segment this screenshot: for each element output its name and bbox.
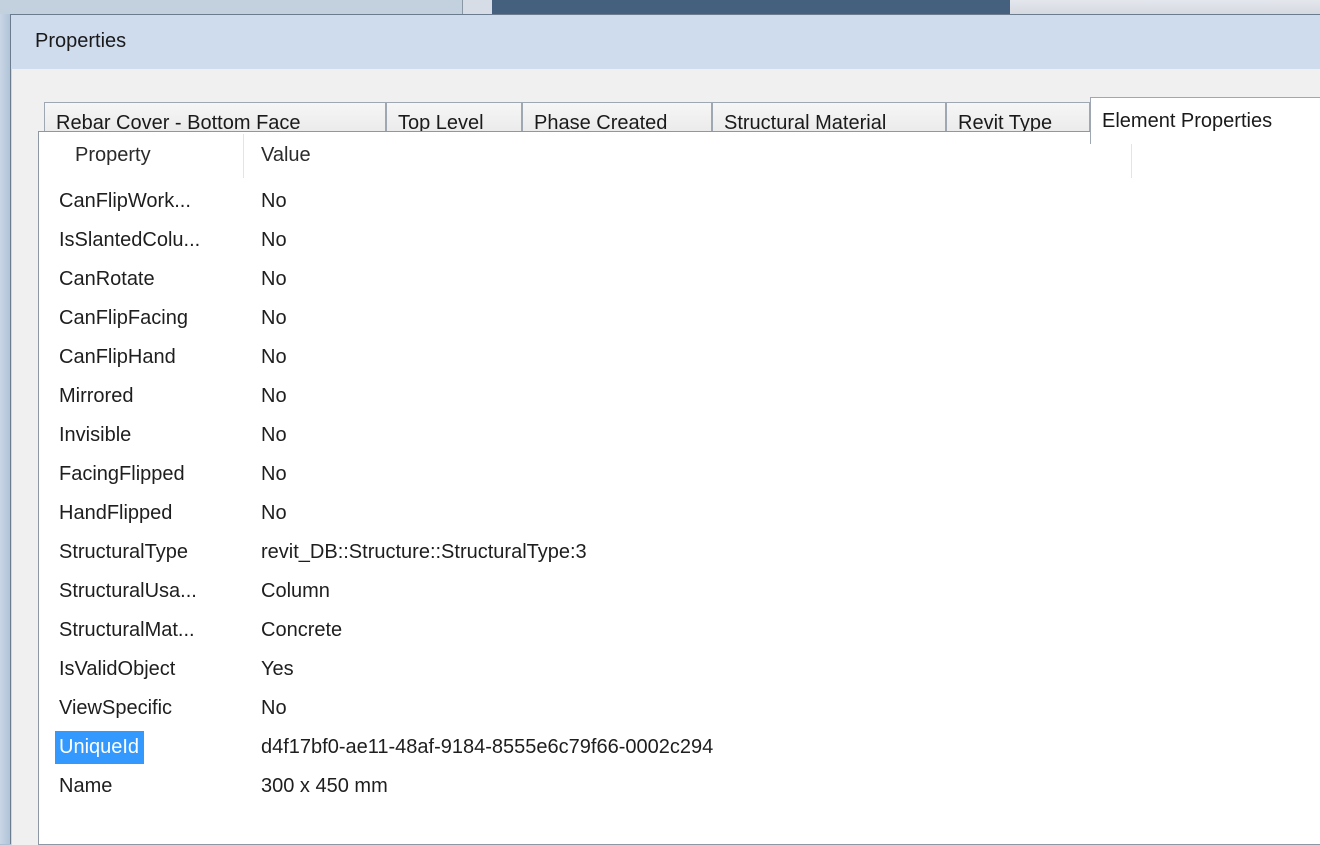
property-name: HandFlipped: [59, 502, 173, 524]
background-edge: [0, 14, 10, 844]
list-row[interactable]: Invisible No: [39, 416, 1320, 455]
list-row[interactable]: CanFlipWork... No: [39, 182, 1320, 221]
property-name: Mirrored: [59, 385, 134, 407]
list-row[interactable]: HandFlipped No: [39, 494, 1320, 533]
property-name: StructuralUsa...: [59, 580, 197, 602]
background-panel: [492, 0, 1010, 14]
property-name: IsSlantedColu...: [59, 229, 201, 251]
property-value: Concrete: [261, 619, 343, 641]
property-name: CanFlipFacing: [59, 307, 188, 329]
property-value: Column: [261, 580, 330, 602]
property-name-selected: UniqueId: [55, 731, 145, 764]
list-row[interactable]: CanFlipHand No: [39, 338, 1320, 377]
list-row[interactable]: CanRotate No: [39, 260, 1320, 299]
column-divider[interactable]: [243, 134, 244, 178]
property-value: No: [261, 424, 287, 446]
list-row[interactable]: Mirrored No: [39, 377, 1320, 416]
property-value: No: [261, 697, 287, 719]
property-name: CanRotate: [59, 268, 155, 290]
property-name: CanFlipWork...: [59, 190, 191, 212]
property-name: CanFlipHand: [59, 346, 176, 368]
list-row[interactable]: CanFlipFacing No: [39, 299, 1320, 338]
background-window: [0, 0, 462, 14]
property-value: No: [261, 385, 287, 407]
property-name: StructuralMat...: [59, 619, 195, 641]
list-row[interactable]: StructuralUsa... Column: [39, 572, 1320, 611]
property-value: No: [261, 268, 287, 290]
property-value: No: [261, 463, 287, 485]
property-value: No: [261, 229, 287, 251]
column-header-value[interactable]: Value: [261, 144, 311, 167]
property-value: No: [261, 346, 287, 368]
background-panel-light: [1010, 0, 1320, 14]
property-name: Invisible: [59, 424, 132, 446]
list-row[interactable]: StructuralType revit_DB::Structure::Stru…: [39, 533, 1320, 572]
list-row[interactable]: IsSlantedColu... No: [39, 221, 1320, 260]
property-value: Yes: [261, 658, 294, 680]
property-name: ViewSpecific: [59, 697, 173, 719]
property-name: IsValidObject: [59, 658, 176, 680]
list-row[interactable]: ViewSpecific No: [39, 689, 1320, 728]
property-value: No: [261, 307, 287, 329]
column-header-property[interactable]: Property: [75, 144, 151, 167]
tab-element-properties[interactable]: Element Properties: [1090, 97, 1320, 144]
property-value: 300 x 450 mm: [261, 775, 388, 797]
list-row[interactable]: FacingFlipped No: [39, 455, 1320, 494]
title-bar[interactable]: Properties: [11, 15, 1320, 69]
property-value: No: [261, 502, 287, 524]
properties-list[interactable]: Property Value CanFlipWork... No IsSlant…: [38, 131, 1320, 845]
background-divider: [462, 0, 493, 14]
list-row[interactable]: StructuralMat... Concrete: [39, 611, 1320, 650]
property-name: StructuralType: [59, 541, 188, 563]
properties-window: Properties Rebar Cover - Bottom Face Top…: [10, 14, 1320, 845]
tab-label: Element Properties: [1102, 109, 1273, 132]
property-name: FacingFlipped: [59, 463, 185, 485]
property-value: d4f17bf0-ae11-48af-9184-8555e6c79f66-000…: [261, 736, 714, 758]
window-title: Properties: [35, 30, 127, 52]
list-row[interactable]: Name 300 x 450 mm: [39, 767, 1320, 806]
window-client-area: Rebar Cover - Bottom Face Top Level Phas…: [11, 69, 1320, 845]
list-row-selected[interactable]: UniqueId d4f17bf0-ae11-48af-9184-8555e6c…: [39, 728, 1320, 767]
property-value: revit_DB::Structure::StructuralType:3: [261, 541, 587, 563]
property-name: Name: [59, 775, 113, 797]
list-row[interactable]: IsValidObject Yes: [39, 650, 1320, 689]
property-value: No: [261, 190, 287, 212]
